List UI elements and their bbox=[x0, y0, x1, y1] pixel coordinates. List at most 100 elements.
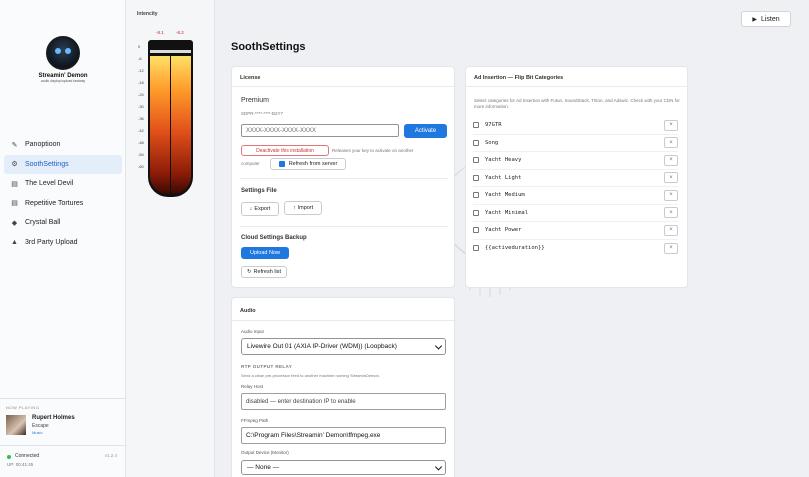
scale-tick: -18 bbox=[138, 80, 144, 85]
divider bbox=[240, 226, 448, 227]
scale-tick: -6 bbox=[138, 56, 142, 61]
activate-button[interactable]: Activate bbox=[404, 124, 447, 138]
scale-tick: -60 bbox=[138, 164, 144, 169]
category-row: Song × bbox=[473, 135, 678, 152]
cloud-backup-heading: Cloud Settings Backup bbox=[241, 235, 307, 241]
sidebar-item-label: Crystal Ball bbox=[25, 219, 61, 227]
document-icon: ▤ bbox=[11, 180, 18, 188]
audio-heading: Audio bbox=[240, 308, 256, 314]
sidebar-item-label: Panoptioon bbox=[25, 141, 61, 149]
scale-tick: -12 bbox=[138, 68, 144, 73]
category-checkbox[interactable] bbox=[473, 209, 479, 216]
deactivate-button[interactable]: Deactivate this installation bbox=[241, 145, 329, 156]
page-title: SoothSettings bbox=[231, 41, 306, 53]
now-playing: NOW PLAYING Rupert Holmes Escape Music bbox=[0, 398, 126, 443]
relay-host-label: Relay Host bbox=[241, 384, 264, 389]
scale-tick: -36 bbox=[138, 116, 144, 121]
category-checkbox[interactable] bbox=[473, 157, 479, 164]
upload-icon: ▲ bbox=[11, 238, 18, 246]
category-checkbox[interactable] bbox=[473, 192, 479, 199]
remove-category-button[interactable]: × bbox=[664, 242, 678, 254]
output-device-select[interactable]: — None — bbox=[241, 460, 446, 475]
category-label: Yacht Light bbox=[485, 174, 522, 181]
pin-icon: ✎ bbox=[11, 141, 18, 149]
audio-input-select[interactable]: Livewire Out 01 (AXIA IP-Driver (WDM)) (… bbox=[241, 338, 446, 355]
category-row: Yacht Power × bbox=[473, 222, 678, 240]
status-text: Connected bbox=[15, 453, 40, 459]
category-label: Yacht Power bbox=[485, 227, 522, 234]
category-row: Yacht Medium × bbox=[473, 187, 678, 205]
intensity-meter bbox=[148, 40, 193, 197]
remove-category-button[interactable]: × bbox=[664, 137, 678, 149]
listen-label: Listen bbox=[760, 15, 780, 23]
scale-tick: 0 bbox=[138, 44, 141, 49]
status-dot-icon bbox=[7, 455, 11, 459]
sidebar-item-soothsettings[interactable]: ⚙ SoothSettings bbox=[4, 154, 122, 174]
chevron-down-icon bbox=[434, 462, 443, 471]
output-device-value: — None — bbox=[247, 464, 280, 471]
remove-category-button[interactable]: × bbox=[664, 172, 678, 184]
export-button[interactable]: ↓ Export bbox=[241, 202, 279, 216]
deactivate-help: Releases your key to activate on another bbox=[332, 148, 414, 153]
audio-input-value: Livewire Out 01 (AXIA IP-Driver (WDM)) (… bbox=[247, 343, 397, 350]
document-icon: ▤ bbox=[11, 200, 18, 208]
sidebar-item-the-level-devil[interactable]: ▤ The Level Devil bbox=[4, 174, 122, 194]
uptime-label: UP: 00:41:45 bbox=[7, 462, 34, 467]
category-row: {{activeduration}} × bbox=[473, 240, 678, 258]
now-playing-track: Escape bbox=[32, 423, 49, 429]
album-art bbox=[6, 415, 26, 435]
ffmpeg-path-label: FFmpeg Path bbox=[241, 418, 269, 423]
sidebar-item-crystal-ball[interactable]: ◆ Crystal Ball bbox=[4, 213, 122, 233]
category-checkbox[interactable] bbox=[473, 122, 479, 129]
scale-tick: -54 bbox=[138, 152, 144, 157]
import-label: Import bbox=[297, 205, 314, 211]
listen-button[interactable]: ▶ Listen bbox=[741, 11, 791, 27]
category-checkbox[interactable] bbox=[473, 227, 479, 234]
remove-category-button[interactable]: × bbox=[664, 207, 678, 219]
sidebar-item-panoptioon[interactable]: ✎ Panoptioon bbox=[4, 135, 122, 155]
license-key-input[interactable]: XXXX-XXXX-XXXX-XXXX bbox=[241, 124, 399, 137]
category-row: Yacht Light × bbox=[473, 170, 678, 187]
meter-cap bbox=[150, 50, 191, 53]
ffmpeg-path-input[interactable]: C:\Program Files\Streamin' Demon\ffmpeg.… bbox=[241, 427, 446, 444]
ad-insertion-heading: Ad Insertion — Flip Bit Categories bbox=[474, 75, 564, 81]
refresh-list-button[interactable]: ↻ Refresh list bbox=[241, 266, 287, 278]
ad-insertion-help: Select categories for Ad Insertion with … bbox=[474, 98, 680, 109]
refresh-from-server-button[interactable]: Refresh from server bbox=[270, 158, 346, 170]
peak-right: -8.2 bbox=[176, 30, 184, 35]
category-checkbox[interactable] bbox=[473, 245, 479, 252]
output-device-label: Output Device (Monitor) bbox=[241, 450, 289, 455]
now-playing-artist: Rupert Holmes bbox=[32, 415, 75, 421]
scale-tick: -24 bbox=[138, 92, 144, 97]
sidebar-item-label: The Level Devil bbox=[25, 180, 74, 188]
app-logo: Streamin' Demon audio daytop/upload fast… bbox=[30, 36, 96, 94]
meter-channel-divider bbox=[170, 54, 171, 194]
relay-host-input[interactable]: disabled — enter destination IP to enabl… bbox=[241, 393, 446, 410]
category-label: Yacht Minimal bbox=[485, 209, 529, 216]
category-label: {{activeduration}} bbox=[485, 245, 545, 252]
scale-tick: -30 bbox=[138, 104, 144, 109]
sidebar-item-repetitive-tortures[interactable]: ▤ Repetitive Tortures bbox=[4, 194, 122, 214]
deactivate-help-cont: computer bbox=[241, 161, 260, 166]
sidebar-nav: ✎ Panoptioon ⚙ SoothSettings ▤ The Level… bbox=[4, 135, 122, 252]
category-checkbox[interactable] bbox=[473, 174, 479, 181]
remove-category-button[interactable]: × bbox=[664, 189, 678, 201]
export-label: Export bbox=[254, 206, 271, 212]
category-checkbox[interactable] bbox=[473, 139, 479, 146]
rtp-relay-help: Send a clean pre-processor feed to anoth… bbox=[241, 373, 380, 378]
category-row: Yacht Heavy × bbox=[473, 152, 678, 170]
divider bbox=[466, 86, 689, 87]
remove-category-button[interactable]: × bbox=[664, 224, 678, 236]
sidebar-item-3rd-party-upload[interactable]: ▲ 3rd Party Upload bbox=[4, 233, 122, 253]
chevron-down-icon bbox=[434, 341, 443, 350]
import-button[interactable]: ↑ Import bbox=[284, 201, 322, 215]
audio-input-label: Audio Input bbox=[241, 329, 264, 334]
category-row: Yacht Minimal × bbox=[473, 205, 678, 222]
upload-now-button[interactable]: Upload Now bbox=[241, 247, 289, 259]
remove-category-button[interactable]: × bbox=[664, 154, 678, 166]
app-window: Streamin' Demon audio daytop/upload fast… bbox=[0, 0, 809, 477]
divider bbox=[232, 320, 456, 321]
remove-category-button[interactable]: × bbox=[664, 119, 678, 131]
settings-file-heading: Settings File bbox=[241, 188, 277, 194]
category-label: Yacht Medium bbox=[485, 192, 525, 199]
